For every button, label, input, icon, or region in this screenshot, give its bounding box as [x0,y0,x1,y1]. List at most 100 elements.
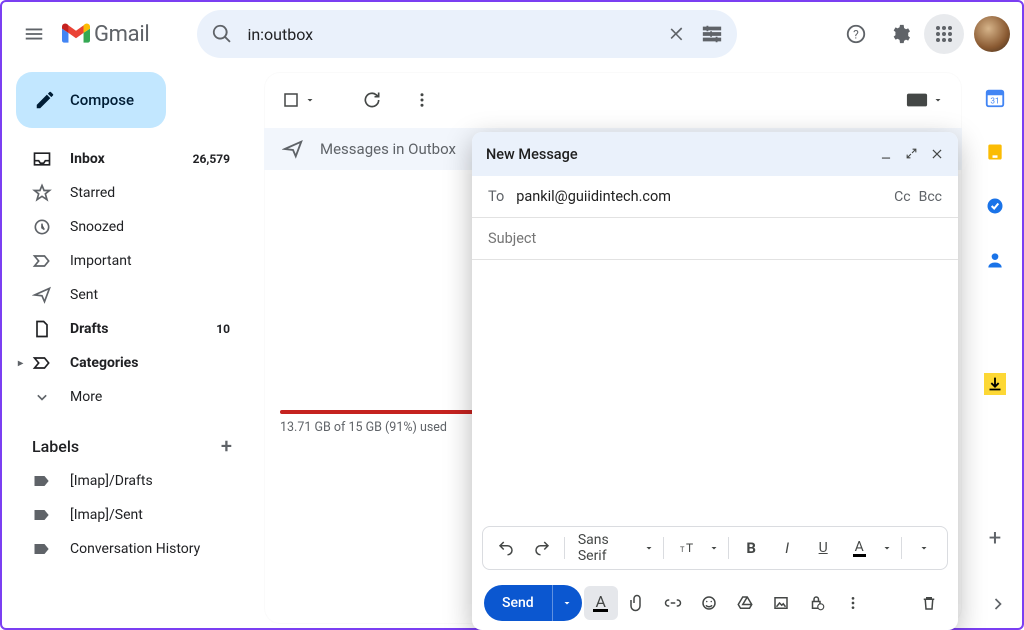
nav-label: More [70,389,102,405]
sidebar-item-snoozed[interactable]: Snoozed [12,210,244,244]
download-icon [984,373,1006,395]
caret-down-icon [881,542,893,554]
keyboard-icon [906,92,928,108]
to-value[interactable]: pankil@guiidintech.com [516,188,882,205]
nav-count: 10 [216,322,230,336]
discard-draft-button[interactable] [912,586,946,620]
to-label: To [488,188,504,205]
add-label-button[interactable]: + [221,434,232,458]
compose-to-field[interactable]: To pankil@guiidintech.com Cc Bcc [472,176,958,218]
clear-search-button[interactable] [667,14,687,54]
bcc-button[interactable]: Bcc [919,189,942,205]
categories-icon [32,353,52,373]
underline-button[interactable]: U [806,531,840,565]
main-menu-button[interactable] [14,14,54,54]
redo-button[interactable] [525,531,559,565]
compose-body[interactable] [472,260,958,526]
nav-label: Drafts [70,321,108,337]
font-size-dropdown-button[interactable] [705,531,723,565]
text-size-icon: TT [675,539,697,557]
sidebar-item-drafts[interactable]: Drafts 10 [12,312,244,346]
support-button[interactable]: ? [836,14,876,54]
search-options-button[interactable] [701,14,723,54]
underline-icon: U [819,540,828,556]
google-apps-button[interactable] [924,14,964,54]
inbox-icon [32,149,52,169]
gmail-wordmark: Gmail [94,22,149,47]
undo-button[interactable] [489,531,523,565]
redo-icon [533,539,551,557]
compose-header[interactable]: New Message [472,132,958,176]
nav-label: Sent [70,287,98,303]
help-icon: ? [845,23,867,45]
calendar-app[interactable]: 31 [983,86,1007,110]
font-dropdown-button[interactable] [640,531,658,565]
sidebar-item-more[interactable]: More [12,380,244,414]
compose-subject-field[interactable] [472,218,958,260]
more-vert-icon [413,91,431,109]
text-color-icon: A [853,540,866,557]
link-icon [664,594,682,612]
chevron-down-icon [32,387,52,407]
contacts-app[interactable] [983,248,1007,272]
tasks-app[interactable] [983,194,1007,218]
keep-app[interactable] [983,140,1007,164]
compose-button[interactable]: Compose [16,72,166,128]
nav-label: Snoozed [70,219,124,235]
get-addons-button[interactable]: + [975,518,1015,558]
label-item-conversation-history[interactable]: Conversation History [12,532,244,566]
more-vert-icon [845,595,861,611]
label-item-imap-sent[interactable]: [Imap]/Sent [12,498,244,532]
insert-emoji-button[interactable] [692,586,726,620]
addon-app[interactable] [983,372,1007,396]
insert-drive-button[interactable] [728,586,762,620]
star-icon [32,183,52,203]
italic-button[interactable]: I [770,531,804,565]
insert-link-button[interactable] [656,586,690,620]
file-icon [32,319,52,339]
compose-title: New Message [486,146,578,163]
search-bar[interactable] [197,10,737,58]
input-tool-button[interactable] [906,92,944,108]
insert-photo-button[interactable] [764,586,798,620]
font-size-button[interactable]: TT [669,531,703,565]
formatting-toggle-button[interactable]: A [584,586,618,620]
lock-clock-icon [808,594,826,612]
svg-text:31: 31 [990,97,999,107]
label-item-imap-drafts[interactable]: [Imap]/Drafts [12,464,244,498]
search-input[interactable] [247,25,653,44]
sidebar-item-starred[interactable]: Starred [12,176,244,210]
svg-text:T: T [680,545,685,554]
label-icon [32,505,52,525]
select-all-button[interactable] [282,91,316,109]
send-button[interactable]: Send [484,595,552,611]
refresh-button[interactable] [352,80,392,120]
send-options-button[interactable] [552,585,582,621]
minimize-button[interactable] [879,147,893,161]
account-avatar[interactable] [974,16,1010,52]
more-button[interactable] [402,80,442,120]
bold-button[interactable]: B [734,531,768,565]
confidential-mode-button[interactable] [800,586,834,620]
text-color-dropdown-button[interactable] [878,531,896,565]
format-more-button[interactable] [907,531,941,565]
close-button[interactable] [930,147,944,161]
text-color-button[interactable]: A [842,531,876,565]
gmail-logo: Gmail [62,22,149,47]
sidebar-item-inbox[interactable]: Inbox 26,579 [12,142,244,176]
settings-button[interactable] [880,14,920,54]
collapse-panel-button[interactable] [988,594,1008,614]
compose-more-button[interactable] [836,586,870,620]
side-panel: 31 + [968,66,1022,628]
fullscreen-button[interactable] [905,147,918,161]
cc-button[interactable]: Cc [894,189,910,205]
subject-input[interactable] [488,230,942,247]
attach-file-button[interactable] [620,586,654,620]
sidebar: Compose Inbox 26,579 Starred Snoozed Imp… [2,66,258,628]
apps-grid-icon [935,25,953,43]
font-family-button[interactable]: Sans Serif [570,531,639,565]
sidebar-item-sent[interactable]: Sent [12,278,244,312]
sidebar-item-important[interactable]: Important [12,244,244,278]
sidebar-item-categories[interactable]: ▸ Categories [12,346,244,380]
send-icon [32,285,52,305]
